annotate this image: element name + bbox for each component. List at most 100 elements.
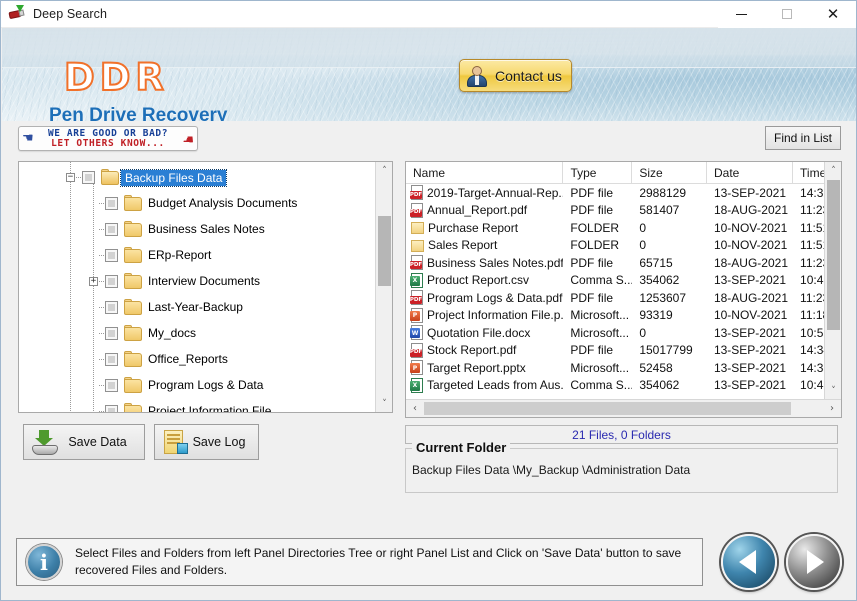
tree-item-checkbox[interactable] <box>105 379 118 392</box>
folder-icon <box>410 239 425 252</box>
tree-item-label[interactable]: Backup Files Data <box>119 169 228 187</box>
file-size-cell: 581407 <box>639 203 680 218</box>
list-vertical-scrollbar[interactable]: ˄ ˅ <box>824 162 841 399</box>
file-row[interactable]: PDF Annual_Report.pdf PDF file 581407 18-AUG… <box>406 202 841 220</box>
app-banner: DDR Pen Drive Recovery Contact us <box>2 28 856 121</box>
column-header-type[interactable]: Type <box>563 162 633 184</box>
list-hscroll-thumb[interactable] <box>424 402 792 415</box>
file-name: Quotation File.docx <box>427 325 531 340</box>
list-horizontal-scrollbar[interactable]: ‹ › <box>406 399 841 417</box>
file-row[interactable]: W Quotation File.docx Microsoft... 0 13-SEP-… <box>406 324 841 342</box>
save-data-button[interactable]: Save Data <box>23 424 145 460</box>
file-row[interactable]: P Project Information File.p... Microsoft.… <box>406 307 841 325</box>
tree-scrollbar-thumb[interactable] <box>378 216 391 286</box>
find-in-list-button[interactable]: Find in List <box>765 126 841 150</box>
file-date-cell: 13-SEP-2021 <box>713 273 786 288</box>
file-name: Business Sales Notes.pdf <box>427 255 564 270</box>
tree-item-label[interactable]: Project Information File <box>148 404 271 412</box>
tree-item-label[interactable]: My_docs <box>148 326 196 340</box>
file-date-cell: 10-NOV-2021 <box>713 220 788 235</box>
list-scrollbar-thumb[interactable] <box>827 180 840 330</box>
file-row[interactable]: P Target Report.pptx Microsoft... 52458 13-S… <box>406 359 841 377</box>
tree-item-label[interactable]: Office_Reports <box>148 352 228 366</box>
product-subtitle: Pen Drive Recovery <box>49 105 228 121</box>
save-log-button[interactable]: Save Log <box>154 424 259 460</box>
tree-item-checkbox[interactable] <box>105 327 118 340</box>
column-header-size[interactable]: Size <box>632 162 707 184</box>
tree-scroll-down-icon[interactable]: ˅ <box>376 395 392 412</box>
file-row[interactable]: Sales Report FOLDER 0 10-NOV-2021 11:51 <box>406 237 841 255</box>
tree-item-label[interactable]: Business Sales Notes <box>148 222 265 236</box>
tree-item-checkbox[interactable] <box>105 275 118 288</box>
tree-item-checkbox[interactable] <box>105 301 118 314</box>
file-date-cell: 13-SEP-2021 <box>713 343 786 358</box>
file-date-cell: 13-SEP-2021 <box>713 360 786 375</box>
thumbs-down-icon: ☚ <box>182 131 194 146</box>
tree-item-checkbox[interactable] <box>105 249 118 262</box>
toolbar: ☚ WE ARE GOOD OR BAD? LET OTHERS KNOW...… <box>2 121 856 158</box>
tree-item-checkbox[interactable] <box>105 405 118 412</box>
tree-item-label[interactable]: ERp-Report <box>148 248 211 262</box>
file-row[interactable]: Purchase Report FOLDER 0 10-NOV-2021 11:51 <box>406 219 841 237</box>
rate-us-text: WE ARE GOOD OR BAD? LET OTHERS KNOW... <box>34 129 183 148</box>
tree-item-label[interactable]: Program Logs & Data <box>148 378 263 392</box>
tree-item-checkbox[interactable] <box>82 171 95 184</box>
folder-icon <box>410 221 425 235</box>
file-list-panel[interactable]: Name Type Size Date Time PDF 2019-Target-Annu… <box>405 161 842 418</box>
file-name: Stock Report.pdf <box>427 343 517 358</box>
tree-item-checkbox[interactable] <box>105 353 118 366</box>
column-header-name[interactable]: Name <box>406 162 564 184</box>
file-list-body[interactable]: PDF 2019-Target-Annual-Rep... PDF file 2988… <box>406 184 841 396</box>
title-bar: Deep Search ✕ <box>1 1 856 28</box>
tree-expander-toggle[interactable]: + <box>89 277 98 286</box>
file-size-cell: 52458 <box>639 360 673 375</box>
pdf-file-icon: PDF <box>410 342 424 358</box>
tree-item-checkbox[interactable] <box>105 197 118 210</box>
minimize-button[interactable] <box>718 1 764 28</box>
tree-item-label[interactable]: Budget Analysis Documents <box>148 196 297 210</box>
tree-item-label[interactable]: Last-Year-Backup <box>148 300 243 314</box>
file-name-cell: X Product Report.csv <box>406 272 563 288</box>
file-row[interactable]: PDF Program Logs & Data.pdf PDF file 125360… <box>406 289 841 307</box>
file-type-cell: FOLDER <box>570 238 620 253</box>
tree-item-label[interactable]: Interview Documents <box>148 274 260 288</box>
file-name-cell: PDF 2019-Target-Annual-Rep... <box>406 185 564 201</box>
arrow-left-icon <box>739 550 756 574</box>
rate-us-badge[interactable]: ☚ WE ARE GOOD OR BAD? LET OTHERS KNOW...… <box>18 126 198 151</box>
directory-tree-panel[interactable]: − Backup Files Data Budget Analysis Docume… <box>18 161 393 413</box>
current-folder-path: Backup Files Data \My_Backup \Administra… <box>412 463 691 477</box>
folder-icon <box>124 325 142 341</box>
next-button[interactable] <box>786 534 842 590</box>
contact-us-button[interactable]: Contact us <box>459 59 572 92</box>
file-row[interactable]: X Product Report.csv Comma S... 354062 13-SE… <box>406 272 841 290</box>
column-header-date[interactable]: Date <box>707 162 794 184</box>
file-row[interactable]: X Targeted Leads from Aus... Comma S... 354… <box>406 377 841 395</box>
ppt-file-icon: P <box>410 360 424 376</box>
tree-scroll-up-icon[interactable]: ˄ <box>376 162 392 179</box>
folder-icon <box>124 221 142 237</box>
list-scroll-down-icon[interactable]: ˅ <box>825 382 842 399</box>
list-scroll-right-icon[interactable]: › <box>823 400 841 417</box>
file-row[interactable]: PDF Stock Report.pdf PDF file 15017799 13-SE… <box>406 342 841 360</box>
folder-icon <box>124 195 142 211</box>
tree-expander-toggle[interactable]: − <box>66 173 75 182</box>
list-hscroll-track[interactable] <box>424 400 823 417</box>
maximize-button[interactable] <box>764 1 810 28</box>
app-window: Deep Search ✕ DDR Pen Drive Recovery Con… <box>0 0 857 601</box>
previous-button[interactable] <box>721 534 777 590</box>
file-type-cell: Microsoft... <box>570 308 630 323</box>
list-scroll-up-icon[interactable]: ˄ <box>825 162 842 179</box>
directory-tree[interactable]: − Backup Files Data Budget Analysis Docume… <box>19 162 377 412</box>
close-button[interactable]: ✕ <box>810 1 856 28</box>
status-hint-text: Select Files and Folders from left Panel… <box>75 545 682 577</box>
file-name: Project Information File.p... <box>427 308 564 323</box>
file-name: 2019-Target-Annual-Rep... <box>427 185 564 200</box>
tree-item-checkbox[interactable] <box>105 223 118 236</box>
save-data-icon <box>31 429 59 455</box>
file-row[interactable]: PDF 2019-Target-Annual-Rep... PDF file 2988… <box>406 184 841 202</box>
list-scroll-left-icon[interactable]: ‹ <box>406 400 424 417</box>
file-row[interactable]: PDF Business Sales Notes.pdf PDF file 65715… <box>406 254 841 272</box>
tree-vertical-scrollbar[interactable]: ˄ ˅ <box>375 162 392 412</box>
person-icon <box>466 65 488 87</box>
close-icon: ✕ <box>826 4 840 23</box>
